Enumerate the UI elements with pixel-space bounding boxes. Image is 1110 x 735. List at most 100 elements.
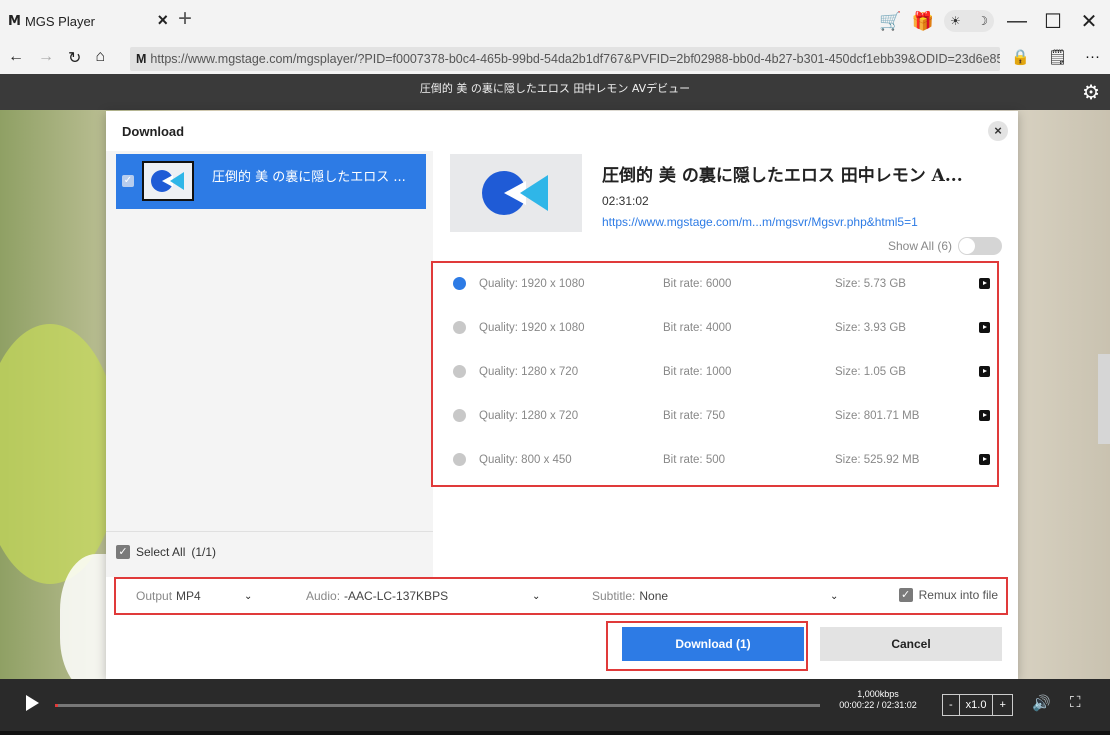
quality-row[interactable]: Quality: 1280 x 720 Bit rate: 750 Size: 80… bbox=[433, 395, 997, 439]
chevron-down-icon: ⌄ bbox=[830, 590, 839, 602]
more-menu-icon[interactable]: ··· bbox=[1085, 48, 1100, 66]
address-bar: ← → ↻ ⌂ Mhttps://www.mgstage.com/mgsplay… bbox=[0, 44, 1110, 74]
mgs-logo-icon: M bbox=[8, 13, 21, 29]
speed-minus-button[interactable]: - bbox=[943, 695, 960, 715]
quality-radio[interactable] bbox=[453, 453, 466, 466]
quality-radio[interactable] bbox=[453, 409, 466, 422]
show-all-control[interactable]: Show All (6) bbox=[888, 237, 1002, 255]
tab-close-icon[interactable]: × bbox=[157, 10, 168, 31]
quality-size: Size: 525.92 MB bbox=[835, 454, 920, 466]
quality-radio[interactable] bbox=[453, 321, 466, 334]
minimize-button[interactable]: — bbox=[1004, 10, 1030, 33]
forward-icon[interactable]: → bbox=[38, 48, 54, 68]
site-icon: M bbox=[136, 52, 147, 66]
preview-play-icon[interactable] bbox=[979, 454, 990, 465]
video-preview-thumbnail bbox=[450, 154, 582, 232]
settings-gear-icon[interactable]: ⚙ bbox=[1082, 77, 1100, 107]
preview-play-icon[interactable] bbox=[979, 322, 990, 333]
bitrate-text: 1,000kbps bbox=[857, 689, 899, 699]
theme-toggle[interactable]: ☀ ☽ bbox=[944, 10, 994, 32]
quality-size: Size: 5.73 GB bbox=[835, 278, 906, 290]
url-field[interactable]: Mhttps://www.mgstage.com/mgsplayer/?PID=… bbox=[130, 47, 1000, 71]
progress-bar[interactable] bbox=[55, 704, 820, 707]
preview-play-icon[interactable] bbox=[979, 410, 990, 421]
remux-checkbox[interactable]: ✓ bbox=[898, 588, 913, 602]
video-source-url[interactable]: https://www.mgstage.com/m...m/mgsvr/Mgsv… bbox=[602, 215, 918, 229]
quality-radio[interactable] bbox=[453, 277, 466, 290]
output-label: Output bbox=[136, 589, 173, 603]
quality-row[interactable]: Quality: 1920 x 1080 Bit rate: 6000 Size: … bbox=[433, 263, 997, 307]
remux-label: Remux into file bbox=[918, 588, 998, 602]
preview-play-icon[interactable] bbox=[979, 366, 990, 377]
audio-track-select[interactable]: Audio: -AAC-LC-137KBPS ⌄ bbox=[306, 589, 540, 603]
mgs-player-logo-icon bbox=[151, 170, 184, 192]
video-duration: 02:31:02 bbox=[602, 194, 649, 208]
bottom-strip bbox=[0, 731, 1110, 735]
output-format-select[interactable]: Output MP4 ⌄ bbox=[136, 589, 252, 603]
lock-icon[interactable]: 🔒 bbox=[1011, 48, 1030, 66]
quality-list: Quality: 1920 x 1080 Bit rate: 6000 Size: … bbox=[431, 261, 999, 487]
quality-size: Size: 3.93 GB bbox=[835, 322, 906, 334]
close-window-button[interactable]: ✕ bbox=[1076, 9, 1102, 34]
quality-row[interactable]: Quality: 1920 x 1080 Bit rate: 4000 Size: … bbox=[433, 307, 997, 351]
browser-tab[interactable]: M MGS Player × bbox=[8, 6, 168, 36]
subtitle-value: None bbox=[639, 589, 669, 603]
quality-bitrate: Bit rate: 500 bbox=[663, 454, 726, 466]
extension-icon[interactable]: 🗒 bbox=[1048, 48, 1067, 66]
new-tab-button[interactable]: + bbox=[178, 5, 192, 33]
quality-resolution: Quality: 1920 x 1080 bbox=[479, 322, 585, 334]
play-icon[interactable] bbox=[26, 695, 39, 711]
quality-row[interactable]: Quality: 1280 x 720 Bit rate: 1000 Size: 1… bbox=[433, 351, 997, 395]
video-title: 圧倒的 美 の裏に隠したエロス 田中レモン AVデビュー bbox=[419, 82, 691, 95]
speed-plus-button[interactable]: + bbox=[993, 695, 1011, 715]
gift-icon[interactable]: 🎁 bbox=[912, 11, 934, 32]
tab-title: MGS Player bbox=[24, 13, 96, 29]
output-value: MP4 bbox=[176, 589, 201, 603]
audio-value: -AAC-LC-137KBPS bbox=[344, 589, 449, 603]
select-all-control[interactable]: ✓ Select All (1/1) bbox=[116, 545, 216, 559]
quality-row[interactable]: Quality: 800 x 450 Bit rate: 500 Size: 525… bbox=[433, 439, 997, 483]
show-all-label: Show All (6) bbox=[887, 239, 952, 253]
video-thumbnail bbox=[142, 161, 194, 201]
video-list-item[interactable]: ✓ 圧倒的 美 の裏に隠したエロス ... bbox=[116, 154, 426, 209]
select-all-count: (1/1) bbox=[191, 545, 217, 559]
cancel-button[interactable]: Cancel bbox=[820, 627, 1002, 661]
subtitle-select[interactable]: Subtitle: None ⌄ bbox=[592, 589, 838, 603]
url-text: https://www.mgstage.com/mgsplayer/?PID=f… bbox=[150, 52, 1000, 66]
download-button[interactable]: Download (1) bbox=[622, 627, 804, 661]
time-text: 00:00:22 / 02:31:02 bbox=[839, 700, 917, 710]
progress-fill bbox=[55, 704, 59, 707]
video-background bbox=[0, 324, 120, 584]
dialog-title: Download bbox=[122, 124, 185, 139]
back-icon[interactable]: ← bbox=[8, 48, 24, 68]
fullscreen-icon[interactable]: ⛶ bbox=[1070, 694, 1081, 711]
quality-size: Size: 1.05 GB bbox=[835, 366, 906, 378]
subtitle-label: Subtitle: bbox=[592, 589, 636, 603]
maximize-button[interactable]: ☐ bbox=[1040, 9, 1066, 34]
home-icon[interactable]: ⌂ bbox=[95, 48, 105, 68]
dialog-header: Download × bbox=[106, 111, 1018, 151]
quality-resolution: Quality: 800 x 450 bbox=[479, 454, 572, 466]
select-all-checkbox[interactable]: ✓ bbox=[116, 545, 130, 559]
sun-icon: ☀ bbox=[950, 14, 961, 28]
quality-radio[interactable] bbox=[453, 365, 466, 378]
player-controls: 1,000kbps 00:00:22 / 02:31:02 - x1.0 + 🔊… bbox=[0, 679, 1110, 731]
quality-resolution: Quality: 1280 x 720 bbox=[479, 410, 579, 422]
video-list-pane: ✓ 圧倒的 美 の裏に隠したエロス ... ✓ Select All (1/1) bbox=[106, 151, 433, 577]
browser-titlebar: M MGS Player × + 🛒 🎁 ☀ ☽ — ☐ ✕ bbox=[0, 0, 1110, 44]
quality-bitrate: Bit rate: 6000 bbox=[663, 278, 732, 290]
cart-icon[interactable]: 🛒 bbox=[879, 11, 901, 32]
download-dialog: Download × ✓ 圧倒的 美 の裏に隠したエロス ... ✓ Selec… bbox=[106, 111, 1018, 679]
dialog-close-icon[interactable]: × bbox=[988, 121, 1008, 141]
chevron-down-icon: ⌄ bbox=[244, 590, 253, 602]
preview-play-icon[interactable] bbox=[979, 278, 990, 289]
video-item-checkbox[interactable]: ✓ bbox=[122, 175, 134, 187]
remux-option[interactable]: ✓ Remux into file bbox=[898, 588, 998, 602]
speed-control: - x1.0 + bbox=[942, 694, 1013, 716]
reload-icon[interactable]: ↻ bbox=[68, 48, 81, 68]
chevron-down-icon: ⌄ bbox=[532, 590, 541, 602]
side-panel-handle[interactable] bbox=[1098, 354, 1110, 444]
speed-value: x1.0 bbox=[960, 695, 994, 715]
show-all-toggle[interactable] bbox=[958, 237, 1002, 255]
volume-icon[interactable]: 🔊 bbox=[1032, 694, 1051, 712]
